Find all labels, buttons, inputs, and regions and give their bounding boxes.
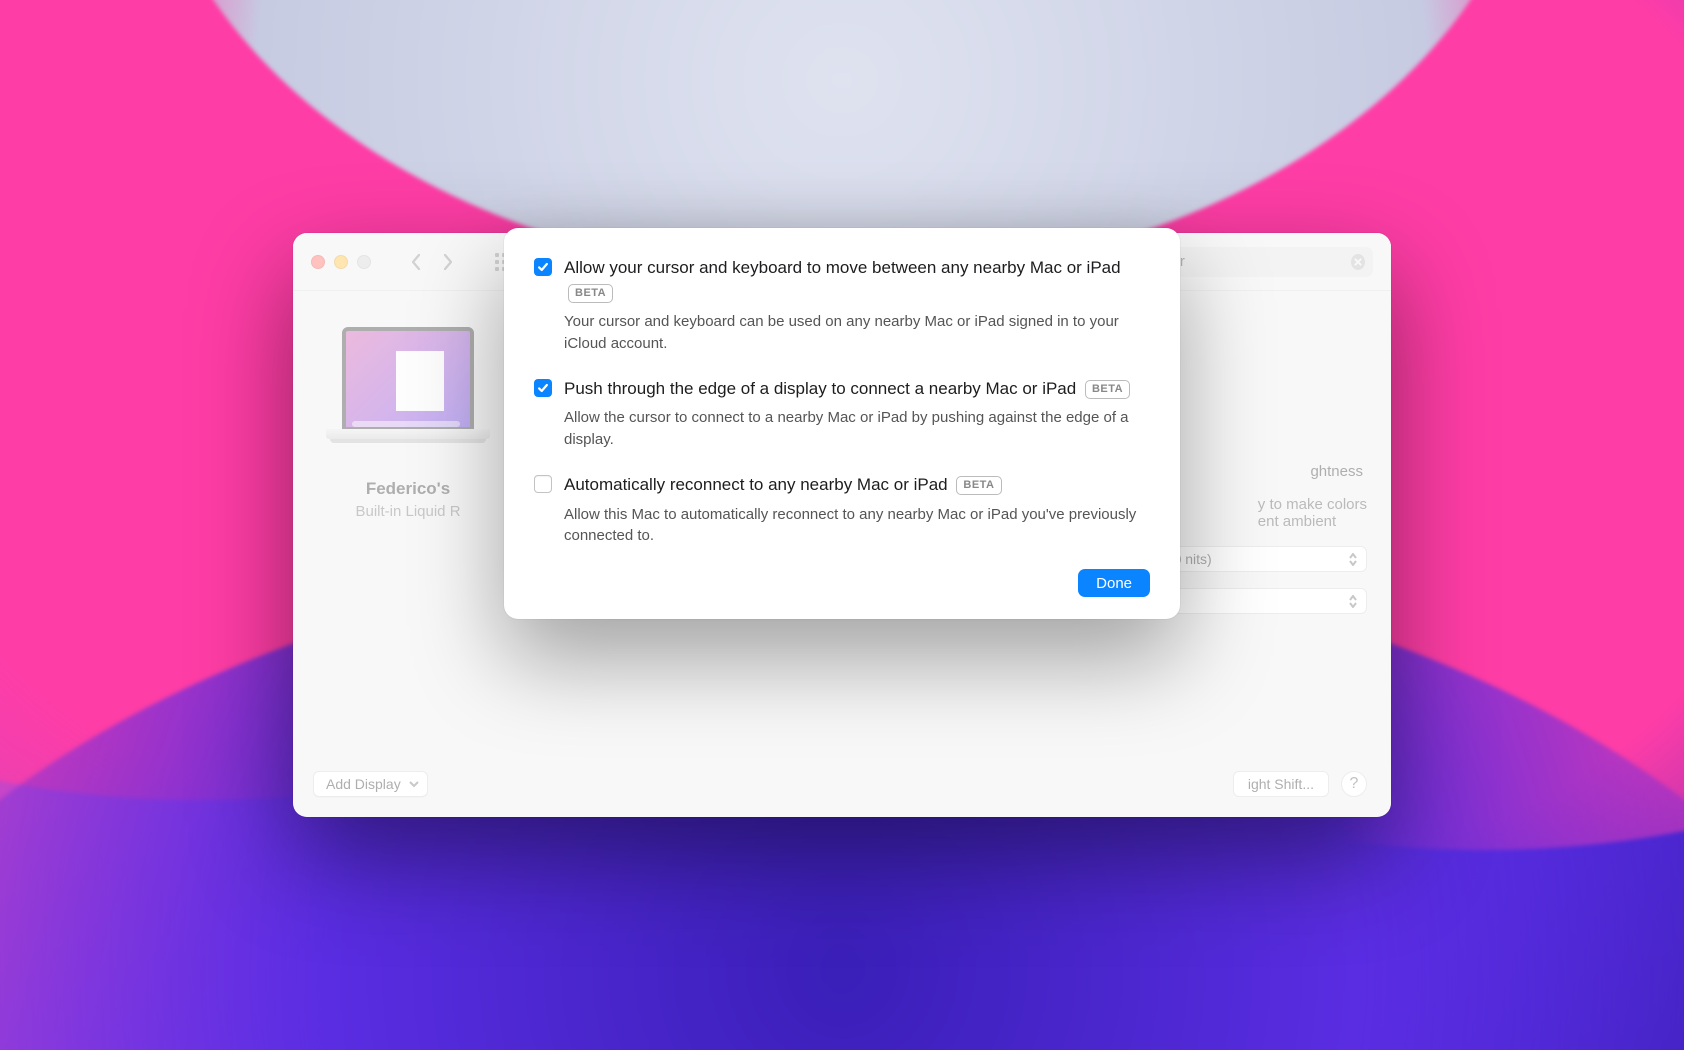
option-desc: Allow this Mac to automatically reconnec… (564, 504, 1150, 548)
beta-badge: BETA (1085, 380, 1130, 399)
check-icon (537, 261, 549, 273)
display-type: Built-in Liquid R (355, 503, 460, 520)
stepper-icon (1346, 592, 1360, 610)
option-allow-cursor: Allow your cursor and keyboard to move b… (534, 256, 1150, 355)
night-shift-label: ight Shift... (1248, 776, 1314, 792)
option-title: Allow your cursor and keyboard to move b… (564, 258, 1121, 277)
back-button[interactable] (403, 247, 429, 277)
chevron-left-icon (409, 252, 423, 272)
minimize-window-button[interactable] (334, 255, 348, 269)
help-button[interactable]: ? (1341, 771, 1367, 797)
option-desc: Your cursor and keyboard can be used on … (564, 311, 1150, 355)
nav-buttons (403, 247, 461, 277)
done-button[interactable]: Done (1078, 569, 1150, 597)
help-label: ? (1350, 775, 1359, 793)
night-shift-button[interactable]: ight Shift... (1233, 771, 1329, 797)
display-name: Federico's (366, 479, 450, 499)
close-icon (1354, 258, 1362, 266)
stepper-icon (1346, 550, 1360, 568)
beta-badge: BETA (568, 284, 613, 303)
ambient-line2: ent ambient (1258, 513, 1336, 530)
option-push-edge: Push through the edge of a display to co… (534, 377, 1150, 451)
option-title: Push through the edge of a display to co… (564, 379, 1076, 398)
traffic-lights (311, 255, 371, 269)
display-preview-column: Federico's Built-in Liquid R (293, 291, 513, 817)
clear-search-button[interactable] (1351, 254, 1365, 270)
option-desc: Allow the cursor to connect to a nearby … (564, 407, 1150, 451)
universal-control-sheet: Allow your cursor and keyboard to move b… (504, 228, 1180, 619)
beta-badge: BETA (956, 476, 1001, 495)
chevron-right-icon (441, 252, 455, 272)
checkbox-push-edge[interactable] (534, 379, 552, 397)
option-title: Automatically reconnect to any nearby Ma… (564, 475, 948, 494)
secondary-select[interactable] (1147, 588, 1367, 614)
preset-select[interactable]: 600 nits) (1147, 546, 1367, 572)
checkbox-auto-reconnect[interactable] (534, 475, 552, 493)
checkbox-allow-cursor[interactable] (534, 258, 552, 276)
option-auto-reconnect: Automatically reconnect to any nearby Ma… (534, 473, 1150, 547)
add-display-button[interactable]: Add Display (313, 771, 428, 797)
done-label: Done (1096, 575, 1132, 592)
ambient-line1: y to make colors (1258, 496, 1367, 513)
close-window-button[interactable] (311, 255, 325, 269)
display-thumbnail (318, 327, 498, 461)
check-icon (537, 382, 549, 394)
bottom-buttons: ight Shift... ? (1233, 771, 1367, 797)
chevron-down-icon (409, 779, 419, 789)
zoom-window-button[interactable] (357, 255, 371, 269)
forward-button[interactable] (435, 247, 461, 277)
add-display-label: Add Display (326, 776, 401, 792)
